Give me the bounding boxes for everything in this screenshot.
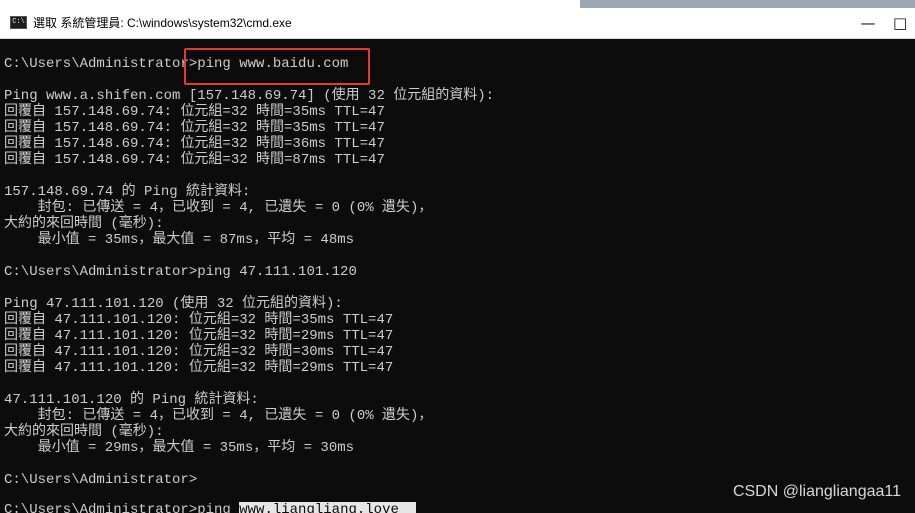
console-line: Ping www.a.shifen.com [157.148.69.74] (使… xyxy=(4,88,495,104)
console-line: C:\Users\Administrator> xyxy=(4,472,198,488)
console-line: 回覆自 47.111.101.120: 位元組=32 時間=29ms TTL=4… xyxy=(4,328,394,344)
console-line: 157.148.69.74 的 Ping 統計資料: xyxy=(4,184,251,200)
console-output[interactable]: C:\Users\Administrator>ping www.baidu.co… xyxy=(0,39,915,513)
prompt-text: C:\Users\Administrator>ping xyxy=(4,502,240,513)
console-line: 大約的來回時間 (毫秒): xyxy=(4,216,164,232)
console-line: 封包: 已傳送 = 4，已收到 = 4, 已遺失 = 0 (0% 遺失)， xyxy=(4,408,433,424)
console-line: 回覆自 47.111.101.120: 位元組=32 時間=35ms TTL=4… xyxy=(4,312,394,328)
console-input-line[interactable]: C:\Users\Administrator>ping www.lianglia… xyxy=(4,502,416,513)
cmd-icon[interactable]: C:\ xyxy=(10,16,27,29)
minimize-button[interactable]: — xyxy=(848,8,888,38)
console-line: 最小值 = 35ms，最大值 = 87ms，平均 = 48ms xyxy=(4,232,355,248)
console-line: 回覆自 47.111.101.120: 位元組=32 時間=29ms TTL=4… xyxy=(4,360,394,376)
console-line: 回覆自 157.148.69.74: 位元組=32 時間=35ms TTL=47 xyxy=(4,120,385,136)
console-line: C:\Users\Administrator>ping 47.111.101.1… xyxy=(4,264,357,280)
highlight-box xyxy=(184,48,370,85)
window-title: 選取 系統管理員: C:\windows\system32\cmd.exe xyxy=(33,16,292,30)
console-line: 回覆自 157.148.69.74: 位元組=32 時間=87ms TTL=47 xyxy=(4,152,385,168)
console-line: 回覆自 47.111.101.120: 位元組=32 時間=30ms TTL=4… xyxy=(4,344,394,360)
console-line: 大約的來回時間 (毫秒): xyxy=(4,424,164,440)
background-window-strip xyxy=(580,0,915,8)
console-line: 47.111.101.120 的 Ping 統計資料: xyxy=(4,392,259,408)
maximize-button[interactable]: □ xyxy=(893,8,915,38)
watermark: CSDN @liangliangaa11 xyxy=(732,483,901,500)
console-line: 回覆自 157.148.69.74: 位元組=32 時間=36ms TTL=47 xyxy=(4,136,385,152)
selected-text[interactable]: www.liangliang.love xyxy=(239,502,416,513)
console-line: 封包: 已傳送 = 4，已收到 = 4, 已遺失 = 0 (0% 遺失)， xyxy=(4,200,433,216)
console-line: 最小值 = 29ms，最大值 = 35ms，平均 = 30ms xyxy=(4,440,355,456)
console-line: Ping 47.111.101.120 (使用 32 位元組的資料): xyxy=(4,296,343,312)
console-line: 回覆自 157.148.69.74: 位元組=32 時間=35ms TTL=47 xyxy=(4,104,385,120)
